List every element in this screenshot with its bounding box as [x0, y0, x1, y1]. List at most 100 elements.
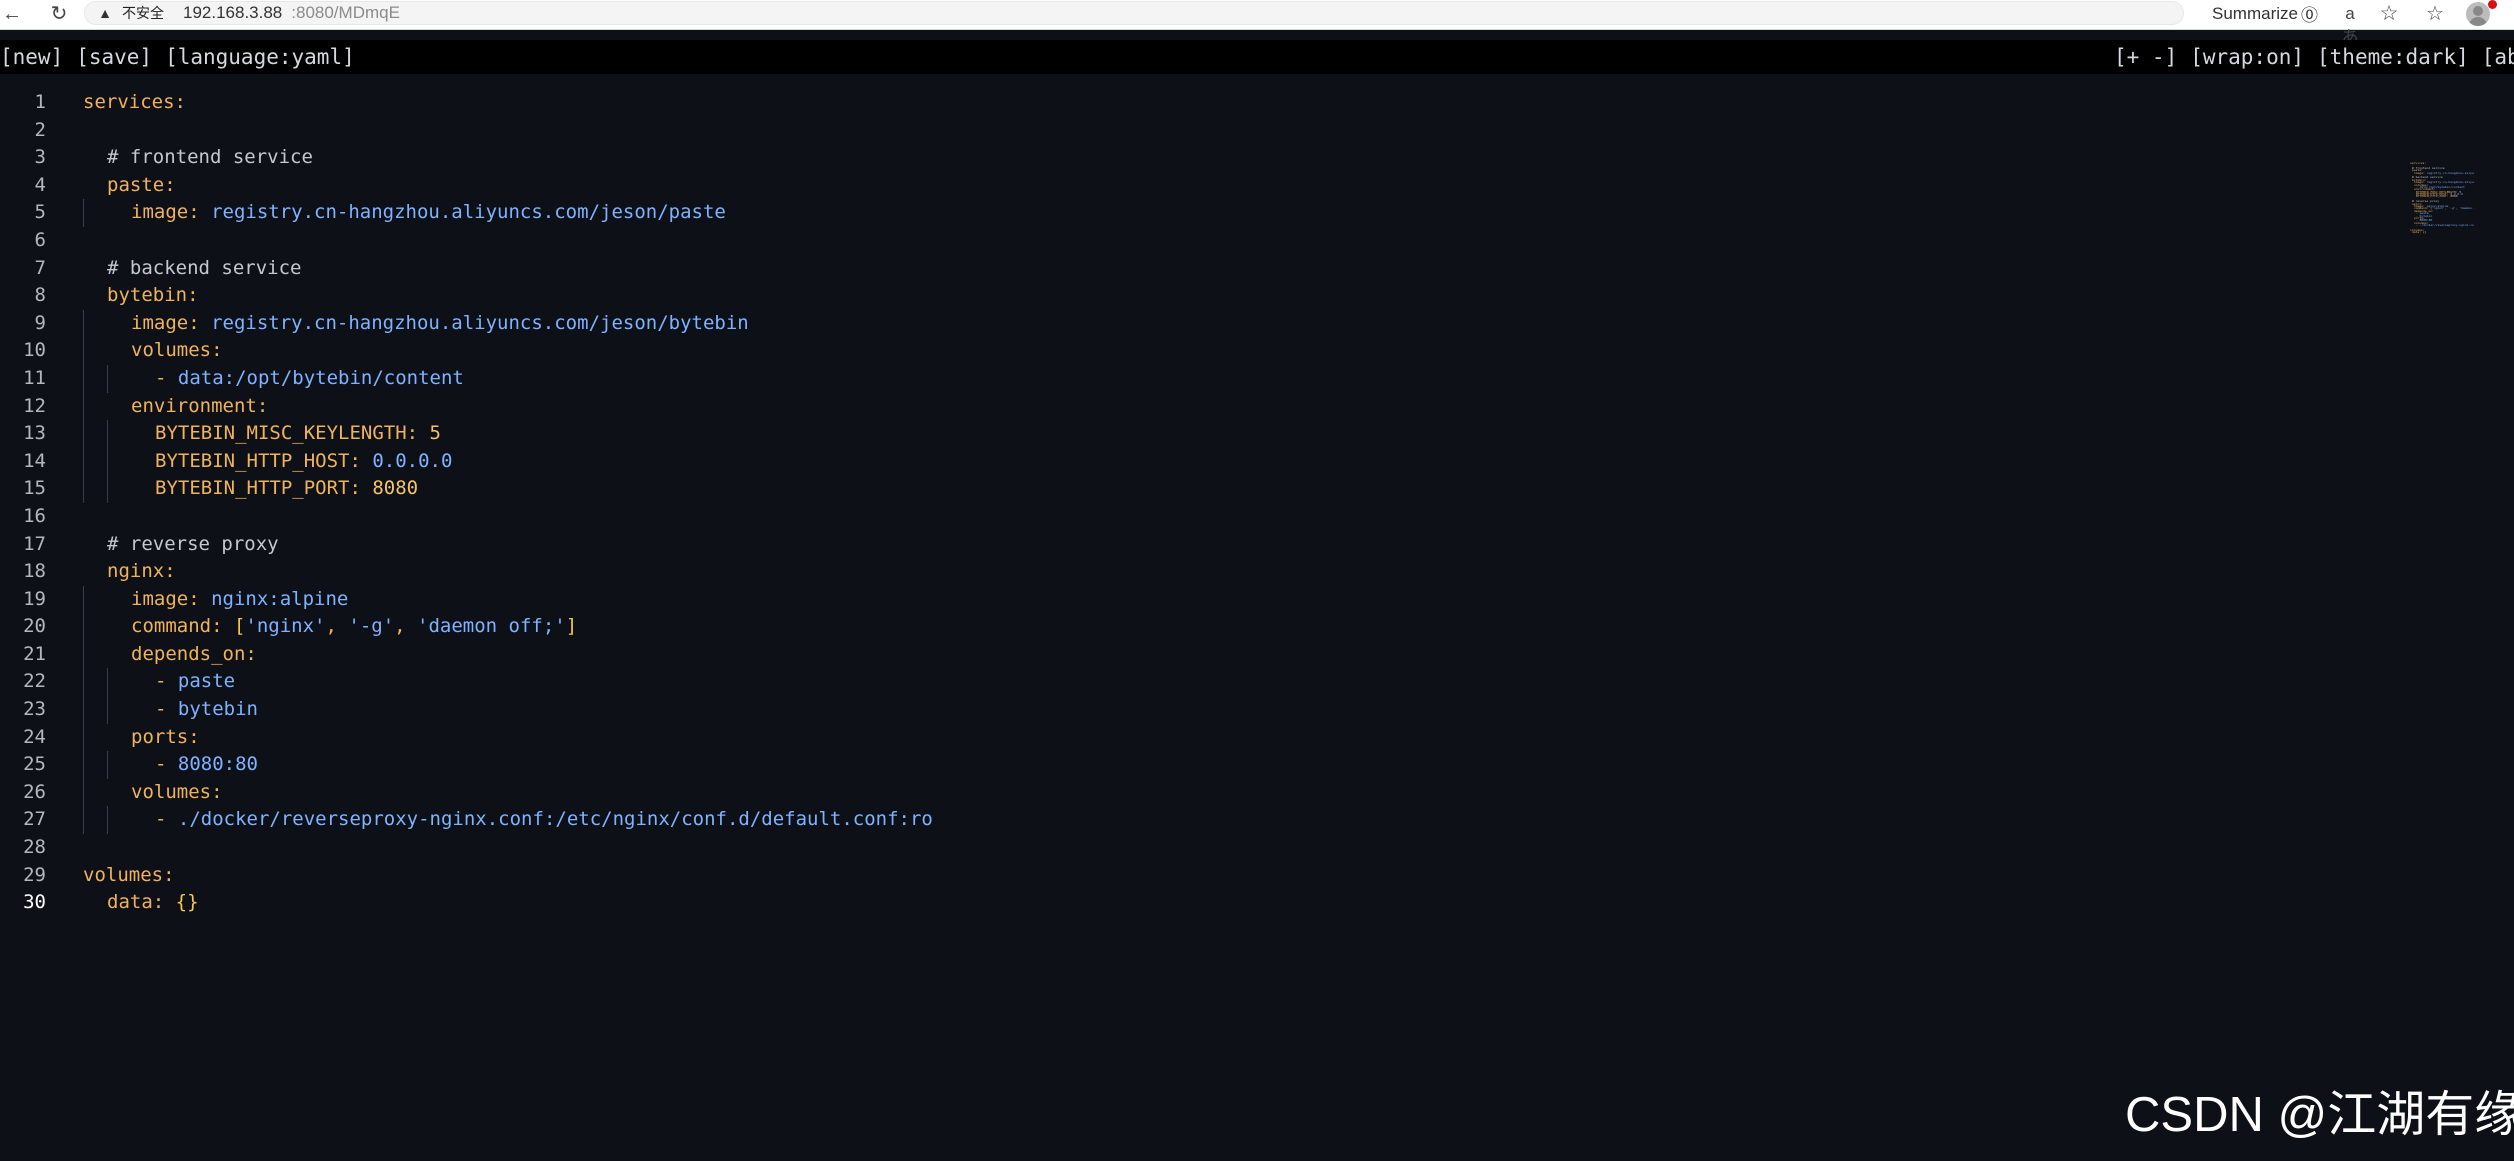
- url-host[interactable]: 192.168.3.88: [183, 3, 282, 23]
- new-button[interactable]: [new]: [0, 40, 63, 74]
- indent-guide: [83, 309, 84, 338]
- code-line[interactable]: [83, 503, 2383, 531]
- code-line[interactable]: image: registry.cn-hangzhou.aliyuncs.com…: [83, 309, 2383, 338]
- minimap-token: services:: [2410, 162, 2427, 165]
- read-aloud-icon[interactable]: aあ: [2338, 2, 2362, 47]
- url-path[interactable]: :8080/MDmqE: [291, 3, 400, 23]
- warning-icon[interactable]: ▲: [97, 5, 113, 21]
- security-label[interactable]: 不安全: [122, 3, 164, 23]
- code-line[interactable]: volumes:: [83, 337, 2383, 365]
- minimap[interactable]: services: # frontend service paste: image: …: [2410, 162, 2474, 234]
- code-line[interactable]: services:: [83, 89, 2383, 117]
- code-token: -: [155, 753, 178, 776]
- code-token: bytebin: [177, 698, 258, 721]
- code-line[interactable]: - data:/opt/bytebin/content: [83, 364, 2383, 393]
- back-arrow-icon[interactable]: ←: [0, 2, 24, 26]
- summarize-label: Summarize: [2212, 3, 2298, 23]
- code-line[interactable]: BYTEBIN_MISC_KEYLENGTH: 5: [83, 420, 2383, 448]
- code-line[interactable]: - paste: [83, 668, 2383, 697]
- code-token: image:: [131, 311, 212, 334]
- code-line[interactable]: BYTEBIN_HTTP_HOST: 0.0.0.0: [83, 447, 2383, 476]
- indent-guide: [83, 778, 84, 807]
- indent-guide: [83, 364, 84, 393]
- code-line[interactable]: image: registry.cn-hangzhou.aliyuncs.com…: [83, 199, 2383, 227]
- code-token: 8080: [372, 477, 419, 500]
- code-line[interactable]: environment:: [83, 392, 2383, 421]
- code-line[interactable]: bytebin:: [83, 282, 2383, 310]
- code-line[interactable]: - ./docker/reverseproxy-nginx.conf:/etc/…: [83, 806, 2383, 835]
- code-token: [: [233, 615, 246, 638]
- line-number: 24: [23, 725, 46, 748]
- minimap-token: ./docker/reverseproxy-nginx.conf:/etc/ng…: [2419, 223, 2474, 228]
- summarize-button[interactable]: Summarize ⓪: [2212, 1, 2318, 26]
- editor-menu-bar: [new] [save] [language:yaml] [+ -] [wrap…: [0, 40, 2514, 74]
- code-line[interactable]: depends_on:: [83, 640, 2383, 669]
- indent-guide: [107, 668, 108, 697]
- code-line[interactable]: BYTEBIN_HTTP_PORT: 8080: [83, 475, 2383, 503]
- indent-guide: [83, 475, 84, 503]
- code-token: BYTEBIN_MISC_KEYLENGTH:: [155, 422, 430, 445]
- code-line[interactable]: command: ['nginx', '-g', 'daemon off;']: [83, 613, 2383, 641]
- code-line[interactable]: image: nginx:alpine: [83, 585, 2383, 614]
- code-editor[interactable]: 1 2 3 4 5 6 7 8 9 10 11 12 13 14 15 16 17 18 19 20 21 22 23 24 2…: [0, 74, 2514, 1161]
- indent-guide: [107, 696, 108, 724]
- line-number: 28: [23, 836, 46, 859]
- code-line[interactable]: ports:: [83, 723, 2383, 752]
- reload-icon[interactable]: ↻: [47, 2, 71, 26]
- code-token: image:: [131, 587, 212, 610]
- code-token: environment:: [131, 394, 269, 417]
- minimap-line: - ./docker/reverseproxy-nginx.conf:/etc/…: [2410, 223, 2474, 228]
- code-token: # backend service: [107, 256, 302, 279]
- minimap-token: 'daemon off;': [2459, 206, 2474, 211]
- line-number: 4: [34, 173, 46, 196]
- line-number: 25: [23, 753, 46, 776]
- code-line[interactable]: data: {}: [83, 889, 2383, 917]
- language-selector[interactable]: [language:yaml]: [165, 40, 355, 74]
- code-line[interactable]: nginx:: [83, 558, 2383, 586]
- line-number: 22: [23, 670, 46, 693]
- line-number: 14: [23, 449, 46, 472]
- code-line[interactable]: volumes:: [83, 862, 2383, 890]
- wrap-toggle[interactable]: [wrap:on]: [2190, 40, 2304, 74]
- indent-guide: [83, 613, 84, 641]
- indent-guide: [107, 806, 108, 835]
- code-token: data:/opt/bytebin/content: [177, 366, 464, 389]
- code-token: 'daemon off;': [417, 615, 566, 638]
- code-token: command:: [131, 615, 234, 638]
- indent-guide: [107, 447, 108, 476]
- menu-right-group: [+ -] [wrap:on] [theme:dark] [abou: [2114, 40, 2514, 74]
- save-button[interactable]: [save]: [76, 40, 152, 74]
- line-number: 12: [23, 394, 46, 417]
- code-line[interactable]: [83, 227, 2383, 255]
- code-token: image:: [131, 201, 212, 224]
- code-line[interactable]: [83, 117, 2383, 145]
- star-icon[interactable]: ☆: [2377, 2, 2401, 26]
- code-line[interactable]: [83, 834, 2383, 862]
- favorites-bar-icon[interactable]: ☆: [2423, 2, 2447, 26]
- line-number: 29: [23, 863, 46, 886]
- code-line[interactable]: volumes:: [83, 778, 2383, 807]
- line-number: 2: [34, 118, 46, 141]
- indent-guide: [83, 199, 84, 227]
- code-line[interactable]: paste:: [83, 172, 2383, 200]
- notification-badge: [2488, 0, 2497, 9]
- code-line[interactable]: # backend service: [83, 255, 2383, 283]
- code-line[interactable]: # reverse proxy: [83, 531, 2383, 559]
- indent-guide: [83, 723, 84, 752]
- code-line[interactable]: # frontend service: [83, 144, 2383, 172]
- theme-toggle[interactable]: [theme:dark]: [2317, 40, 2469, 74]
- indent-guide: [107, 751, 108, 779]
- zoom-button[interactable]: [+ -]: [2114, 40, 2177, 74]
- about-link[interactable]: [abou: [2482, 40, 2514, 74]
- profile-avatar[interactable]: [2466, 2, 2490, 26]
- code-line[interactable]: - bytebin: [83, 696, 2383, 724]
- indent-guide: [83, 392, 84, 421]
- line-number: 8: [34, 284, 46, 307]
- code-area[interactable]: services: # frontend service paste: image: …: [83, 89, 2383, 917]
- indent-guide: [83, 420, 84, 448]
- minimap-token: BYTEBIN_HTTP_PORT:: [2416, 194, 2451, 199]
- minimap-line: data: {}: [2410, 231, 2474, 234]
- code-token: ,: [394, 615, 418, 638]
- address-bar[interactable]: ▲ 不安全 192.168.3.88 :8080/MDmqE: [84, 1, 2184, 25]
- code-line[interactable]: - 8080:80: [83, 751, 2383, 779]
